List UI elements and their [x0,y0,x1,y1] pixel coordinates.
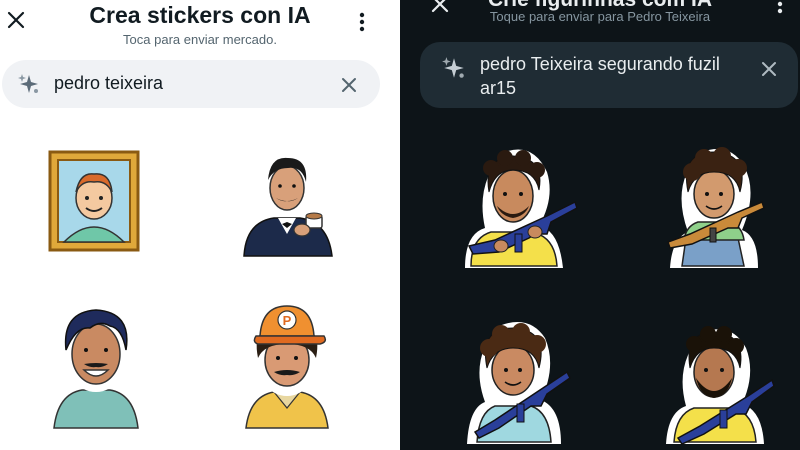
search-input[interactable]: pedro Teixeira segurando fuzil ar15 [480,52,740,100]
sticker-boy-with-rifle[interactable] [658,142,770,270]
sticker-bearded-man-with-rifle[interactable] [656,318,776,446]
clear-icon[interactable] [758,58,780,80]
search-bar[interactable]: pedro Teixeira segurando fuzil ar15 [420,42,798,108]
sticker-framed-portrait[interactable] [40,142,148,260]
more-vertical-icon[interactable] [352,10,372,34]
more-vertical-icon[interactable] [770,0,790,16]
sticker-man-with-cap[interactable]: P [232,298,342,430]
ai-sparkle-icon [440,54,468,82]
left-panel: Crea stickers con IA Toca para enviar me… [0,0,400,450]
page-subtitle: Toque para enviar para Pedro Teixeira [489,9,711,24]
svg-text:P: P [283,313,292,328]
sticker-man-with-rifle[interactable] [455,142,580,270]
search-bar[interactable]: pedro teixeira [2,60,380,108]
sticker-curly-boy-with-rifle[interactable] [455,308,575,446]
clear-icon[interactable] [338,74,360,96]
sticker-smiling-man[interactable] [40,298,152,430]
sticker-man-in-suit[interactable] [232,142,342,260]
page-subtitle: Toca para enviar mercado. [123,32,277,47]
page-title: Crea stickers con IA [89,2,311,28]
ai-sparkle-icon [16,71,42,97]
search-input[interactable]: pedro teixeira [54,73,163,94]
